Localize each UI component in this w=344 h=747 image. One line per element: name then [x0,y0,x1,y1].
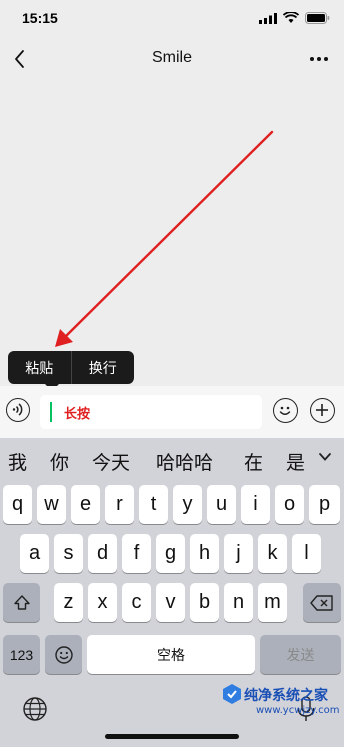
keyboard-emoji-icon [54,645,73,664]
voice-button[interactable] [6,398,30,422]
candidate-word[interactable]: 在 [244,448,263,475]
shift-icon [13,594,30,610]
key-u[interactable]: u [207,485,236,524]
key-q[interactable]: q [3,485,32,524]
key-b[interactable]: b [190,583,219,622]
key-r[interactable]: r [105,485,134,524]
key-z[interactable]: z [54,583,83,622]
watermark: 纯净系统之家 www.ycwjzy.com [222,683,342,739]
key-a[interactable]: a [20,534,49,573]
menu-item-paste[interactable]: 粘贴 [8,358,71,378]
key-f[interactable]: f [122,534,151,573]
key-j[interactable]: j [224,534,253,573]
key-n[interactable]: n [224,583,253,622]
home-indicator [105,734,239,739]
backspace-icon [310,594,333,611]
emoji-icon [279,406,291,415]
candidate-bar: 我 你 今天 哈哈哈 在 是 [0,438,344,482]
send-key[interactable]: 发送 [260,635,341,674]
candidate-word[interactable]: 我 [8,448,27,475]
key-h[interactable]: h [190,534,219,573]
backspace-key[interactable] [303,583,341,622]
text-cursor [50,402,52,422]
voice-icon [12,403,23,416]
key-w[interactable]: w [37,485,66,524]
key-g[interactable]: g [156,534,185,573]
shift-key[interactable] [3,583,40,622]
menu-item-newline[interactable]: 换行 [72,358,135,378]
key-t[interactable]: t [139,485,168,524]
plus-icon [316,404,328,416]
globe-icon[interactable] [22,696,48,722]
keyboard-emoji-key[interactable] [45,635,82,674]
candidate-word[interactable]: 是 [286,448,305,475]
key-e[interactable]: e [71,485,100,524]
key-y[interactable]: y [173,485,202,524]
plus-button[interactable] [310,398,335,423]
chevron-down-icon[interactable] [318,450,332,464]
key-d[interactable]: d [88,534,117,573]
key-m[interactable]: m [258,583,287,622]
numbers-key[interactable]: 123 [3,635,40,674]
key-k[interactable]: k [258,534,287,573]
message-input[interactable]: 长按 [40,395,262,429]
key-v[interactable]: v [156,583,185,622]
space-key[interactable]: 空格 [87,635,255,674]
annotation-arrow [55,130,274,347]
candidate-word[interactable]: 哈哈哈 [156,448,213,475]
key-i[interactable]: i [241,485,270,524]
key-x[interactable]: x [88,583,117,622]
key-l[interactable]: l [292,534,321,573]
candidate-word[interactable]: 你 [50,448,69,475]
watermark-title: 纯净系统之家 [244,688,328,704]
watermark-url: www.ycwjzy.com [256,705,340,716]
emoji-button[interactable] [273,398,298,423]
key-c[interactable]: c [122,583,151,622]
message-input-value: 长按 [64,407,91,422]
key-p[interactable]: p [309,485,340,524]
context-menu: 粘贴 换行 [8,351,134,384]
input-bar: 长按 [0,386,344,438]
key-s[interactable]: s [54,534,83,573]
candidate-word[interactable]: 今天 [92,448,130,475]
watermark-logo-icon [223,684,241,704]
key-o[interactable]: o [275,485,304,524]
